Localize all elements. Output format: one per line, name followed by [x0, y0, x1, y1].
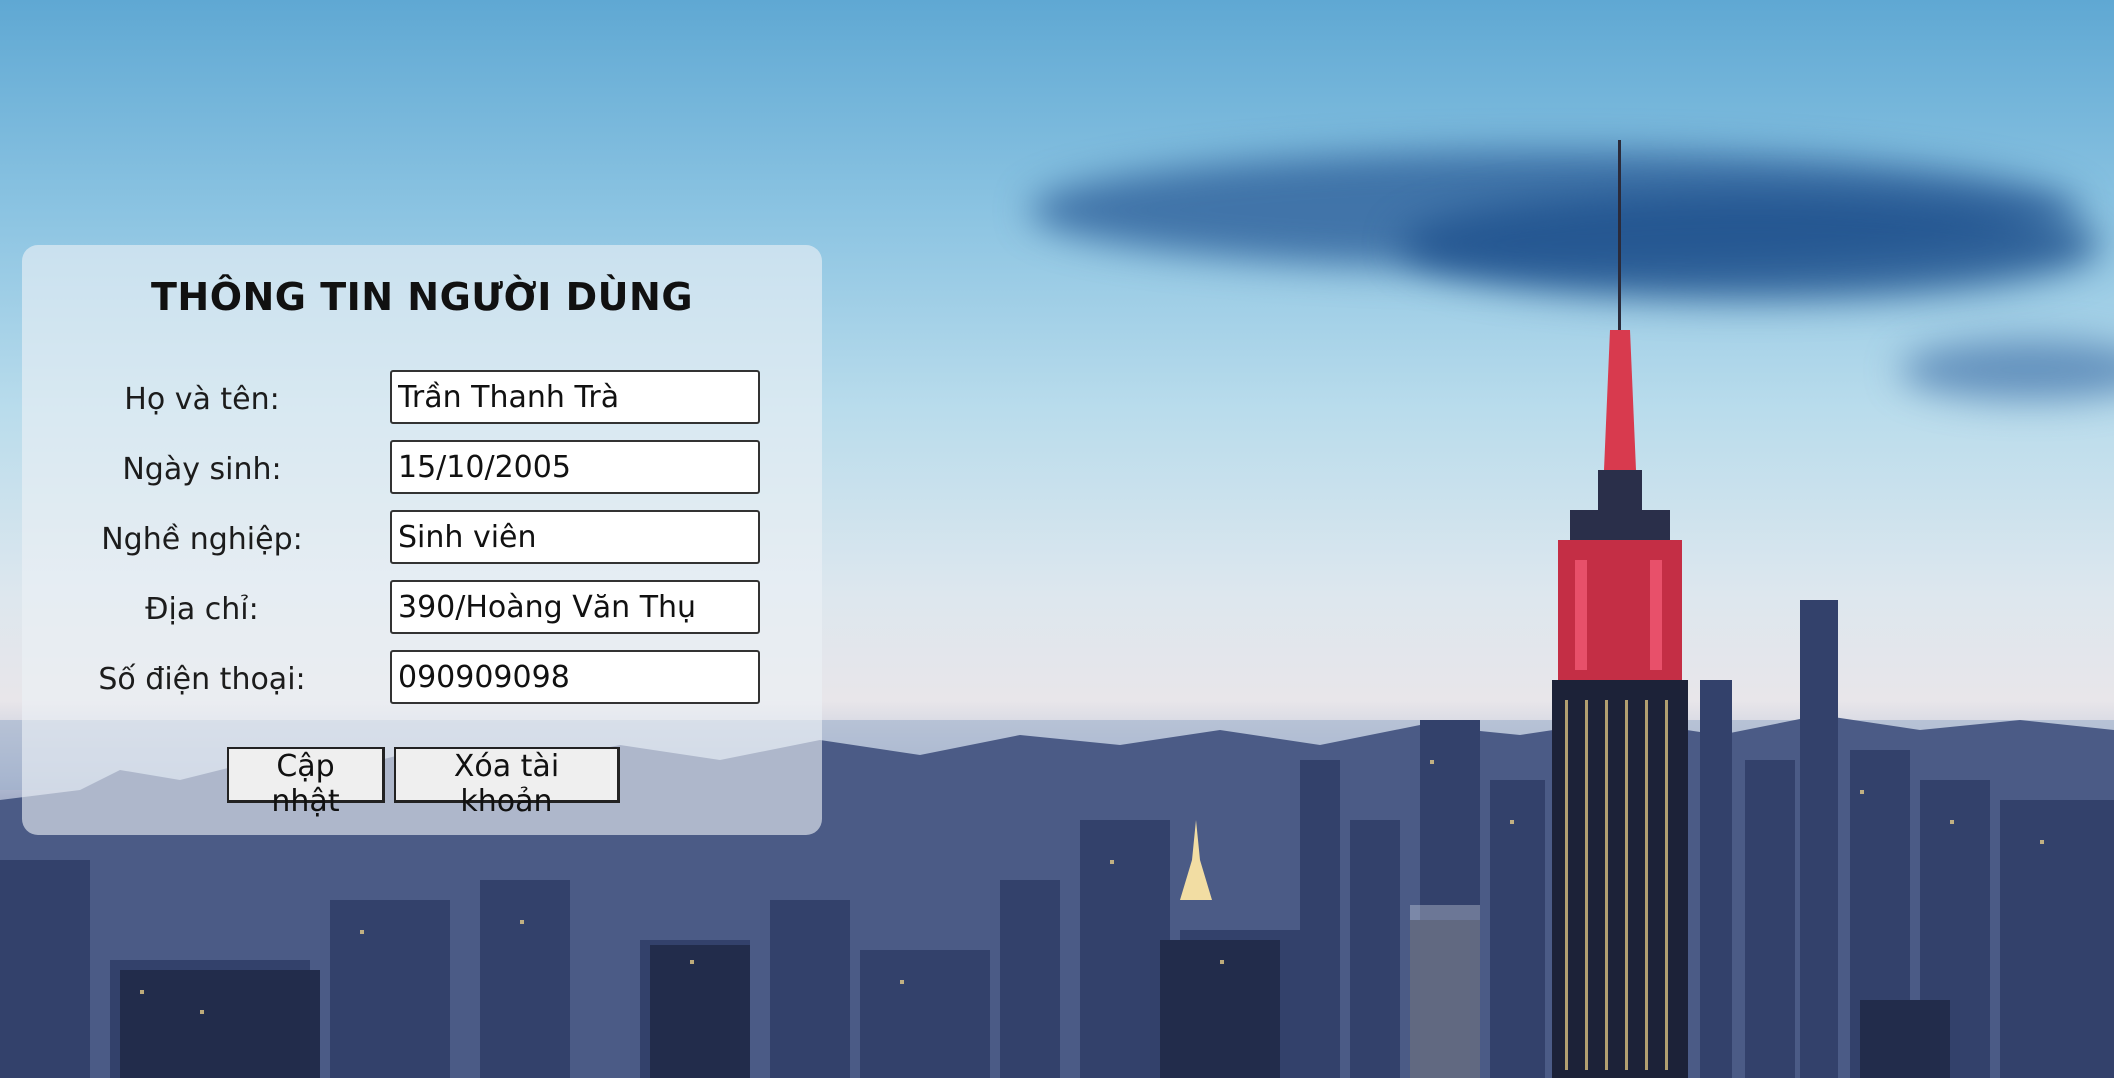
empire-state-building: [1552, 140, 1688, 1078]
birthdate-input[interactable]: [390, 440, 760, 494]
field-row-address: Địa chỉ:: [22, 580, 822, 638]
address-label: Địa chỉ:: [145, 592, 259, 627]
delete-account-button[interactable]: Xóa tài khoản: [394, 747, 620, 819]
field-row-occupation: Nghề nghiệp:: [22, 510, 822, 568]
field-row-phone: Số điện thoại:: [22, 650, 822, 708]
occupation-label: Nghề nghiệp:: [101, 522, 303, 557]
occupation-input[interactable]: [390, 510, 760, 564]
field-row-fullname: Họ và tên:: [22, 370, 822, 428]
phone-label: Số điện thoại:: [98, 662, 306, 697]
phone-input[interactable]: [390, 650, 760, 704]
fullname-label: Họ và tên:: [124, 382, 280, 417]
page-title: THÔNG TIN NGƯỜI DÙNG: [150, 275, 694, 319]
birthdate-label: Ngày sinh:: [122, 452, 282, 487]
user-info-panel: THÔNG TIN NGƯỜI DÙNG Họ và tên: Ngày sin…: [22, 245, 822, 835]
field-row-birthdate: Ngày sinh:: [22, 440, 822, 498]
address-input[interactable]: [390, 580, 760, 634]
update-button[interactable]: Cập nhật: [227, 747, 385, 819]
fullname-input[interactable]: [390, 370, 760, 424]
